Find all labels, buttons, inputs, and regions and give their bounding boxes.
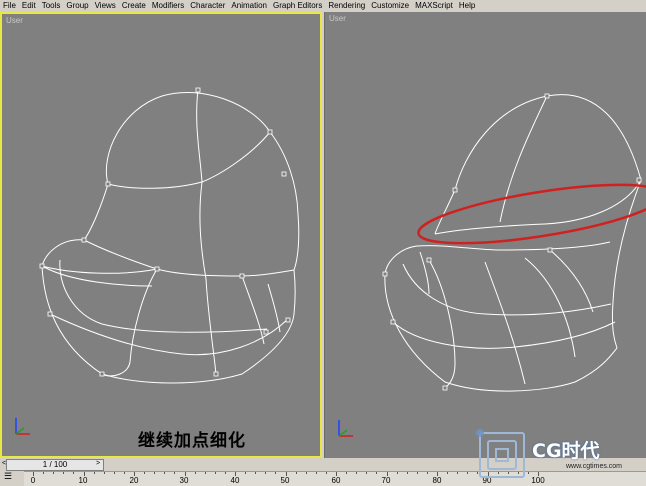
axis-tripod-icon [15, 418, 30, 435]
ruler-tick [93, 472, 95, 474]
ruler-label: 30 [179, 476, 189, 485]
annotation-caption: 继续加点细化 [138, 431, 246, 451]
ruler-label: 80 [432, 476, 442, 485]
menu-group[interactable]: Group [63, 0, 91, 11]
ruler-label: 20 [129, 476, 139, 485]
menu-tools[interactable]: Tools [39, 0, 64, 11]
ruler-tick [295, 472, 297, 474]
viewport-left[interactable]: User 继续加点细化 [0, 12, 322, 458]
ruler-tick [265, 472, 267, 474]
ruler-tick [305, 472, 307, 474]
ruler-tick [356, 472, 358, 474]
ruler-tick [396, 472, 398, 474]
logo-url: www.cgtimes.com [566, 463, 623, 470]
menu-maxscript[interactable]: MAXScript [412, 0, 456, 11]
ruler-tick [457, 472, 459, 474]
ruler-tick [245, 472, 247, 474]
ruler-tick [447, 472, 449, 474]
ruler-tick [53, 472, 55, 474]
menu-views[interactable]: Views [92, 0, 119, 11]
track-bar-icon[interactable]: ☰ [4, 470, 18, 482]
ruler-tick [33, 472, 34, 476]
ruler-label: 70 [381, 476, 391, 485]
viewport-right[interactable]: User [324, 12, 646, 458]
menu-character[interactable]: Character [187, 0, 228, 11]
ruler-tick [113, 472, 115, 474]
menu-edit[interactable]: Edit [19, 0, 39, 11]
menu-graph-editors[interactable]: Graph Editors [270, 0, 325, 11]
menu-modifiers[interactable]: Modifiers [149, 0, 187, 11]
ruler-tick [204, 472, 206, 474]
ruler-tick [467, 472, 469, 474]
time-next-button[interactable]: > [94, 459, 102, 469]
menu-file[interactable]: File [0, 0, 19, 11]
ruler-tick [73, 472, 75, 474]
ruler-tick [426, 472, 428, 474]
menu-create[interactable]: Create [119, 0, 149, 11]
highlight-ellipse [417, 183, 646, 245]
ruler-tick [184, 472, 186, 476]
menu-customize[interactable]: Customize [368, 0, 412, 11]
ruler-tick [366, 472, 368, 474]
ruler-tick [406, 472, 408, 474]
spline-cage-wireframe[interactable] [2, 14, 322, 458]
time-prev-button[interactable]: < [0, 459, 8, 469]
ruler-label: 0 [30, 476, 36, 485]
ruler-tick [325, 472, 327, 474]
ruler-tick [214, 472, 216, 474]
menu-rendering[interactable]: Rendering [325, 0, 368, 11]
menu-help[interactable]: Help [456, 0, 478, 11]
ruler-label: 10 [78, 476, 88, 485]
ruler-tick [386, 472, 388, 476]
ruler-label: 60 [331, 476, 341, 485]
axis-tripod-icon [338, 420, 353, 437]
ruler-tick [134, 472, 135, 476]
ruler-tick [63, 472, 65, 474]
ruler-tick [275, 472, 277, 474]
ruler-tick [235, 472, 236, 476]
ruler-tick [255, 472, 257, 474]
ruler-tick [164, 472, 166, 474]
ruler-tick [336, 472, 337, 476]
ruler-tick [194, 472, 196, 474]
ruler-tick [224, 472, 226, 474]
ruler-tick [376, 472, 378, 474]
time-slider[interactable]: 1 / 100 [6, 459, 104, 471]
ruler-tick [437, 472, 438, 476]
time-slider-value: 1 / 100 [42, 460, 68, 469]
ruler-tick [315, 472, 317, 474]
ruler-tick [83, 472, 85, 476]
ruler-tick [123, 472, 125, 474]
ruler-tick [346, 472, 348, 474]
logo-text: CG时代 [532, 440, 600, 462]
ruler-tick [154, 472, 156, 474]
ruler-tick [43, 472, 45, 474]
ruler-tick [416, 472, 418, 474]
ruler-label: 50 [280, 476, 290, 485]
ruler-label: 40 [230, 476, 240, 485]
ruler-tick [285, 472, 287, 476]
menu-animation[interactable]: Animation [228, 0, 270, 11]
ruler-tick [103, 472, 105, 474]
ruler-tick [144, 472, 146, 474]
ruler-tick [174, 472, 176, 474]
menu-bar: File Edit Tools Group Views Create Modifiers Ch… [0, 0, 646, 11]
